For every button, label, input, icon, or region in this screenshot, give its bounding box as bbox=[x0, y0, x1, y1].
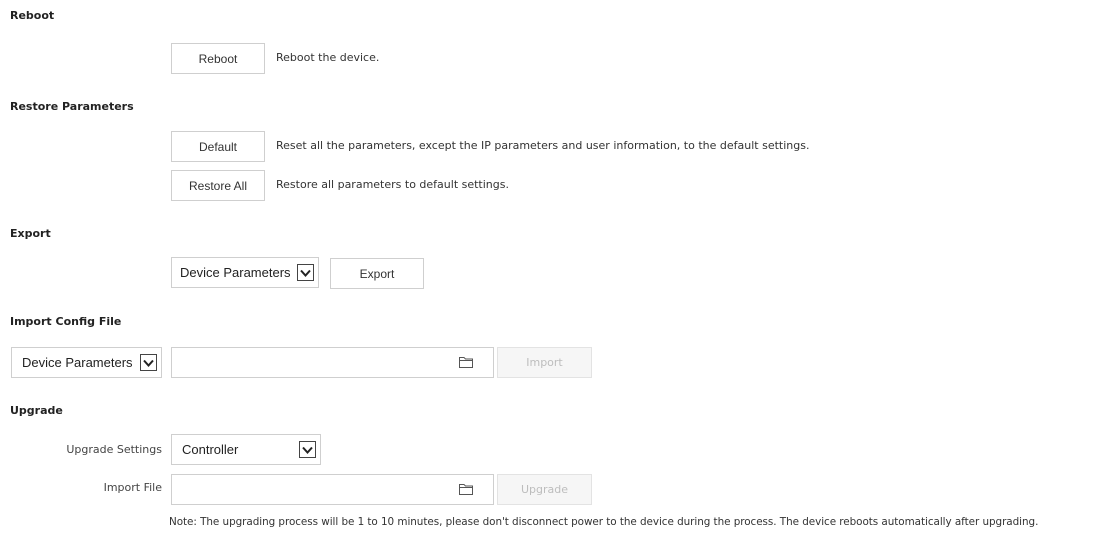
import-config-heading: Import Config File bbox=[10, 315, 122, 328]
upgrade-settings-label: Upgrade Settings bbox=[66, 443, 162, 456]
export-type-select[interactable]: Device Parameters bbox=[171, 257, 319, 288]
chevron-down-icon bbox=[297, 264, 314, 281]
import-type-value: Device Parameters bbox=[22, 355, 133, 370]
reboot-heading: Reboot bbox=[10, 9, 55, 22]
folder-icon[interactable] bbox=[459, 356, 473, 368]
restore-all-description: Restore all parameters to default settin… bbox=[276, 178, 509, 191]
upgrade-settings-value: Controller bbox=[182, 442, 239, 457]
config-file-input[interactable] bbox=[171, 347, 494, 378]
export-type-value: Device Parameters bbox=[180, 265, 291, 280]
reboot-description: Reboot the device. bbox=[276, 51, 380, 64]
export-button[interactable]: Export bbox=[330, 258, 424, 289]
restore-all-button[interactable]: Restore All bbox=[171, 170, 265, 201]
upgrade-button[interactable]: Upgrade bbox=[497, 474, 592, 505]
chevron-down-icon bbox=[140, 354, 157, 371]
default-description: Reset all the parameters, except the IP … bbox=[276, 139, 810, 152]
export-heading: Export bbox=[10, 227, 51, 240]
upgrade-heading: Upgrade bbox=[10, 404, 63, 417]
upgrade-file-input[interactable] bbox=[171, 474, 494, 505]
import-file-label: Import File bbox=[103, 481, 162, 494]
upgrade-settings-select[interactable]: Controller bbox=[171, 434, 321, 465]
default-button[interactable]: Default bbox=[171, 131, 265, 162]
chevron-down-icon bbox=[299, 441, 316, 458]
import-button[interactable]: Import bbox=[497, 347, 592, 378]
reboot-button[interactable]: Reboot bbox=[171, 43, 265, 74]
folder-icon[interactable] bbox=[459, 483, 473, 495]
restore-parameters-heading: Restore Parameters bbox=[10, 100, 134, 113]
import-type-select[interactable]: Device Parameters bbox=[11, 347, 162, 378]
upgrade-note: Note: The upgrading process will be 1 to… bbox=[169, 516, 1039, 528]
